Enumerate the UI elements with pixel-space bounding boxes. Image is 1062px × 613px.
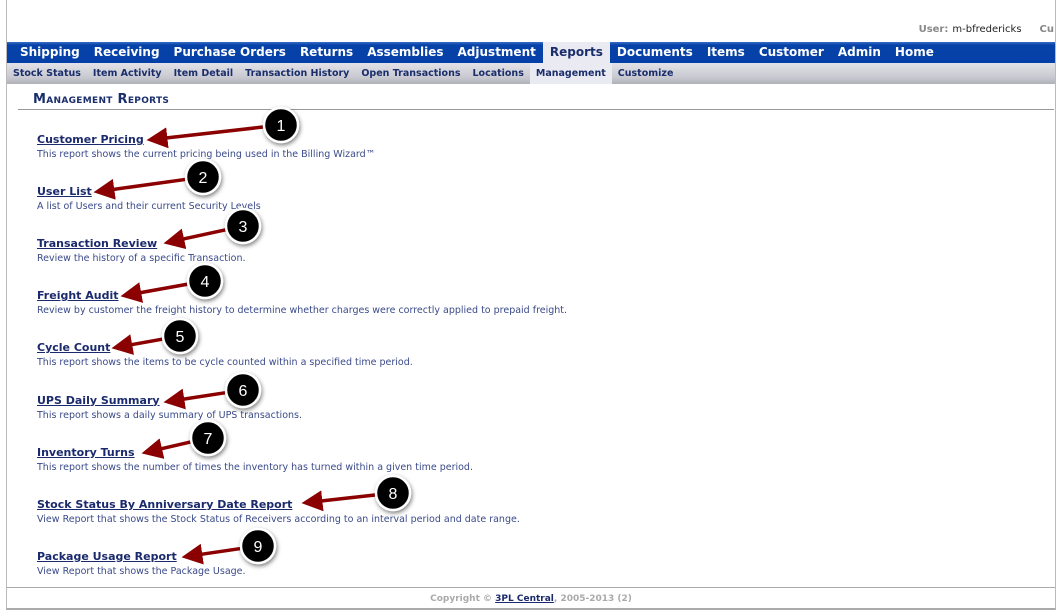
report-link-stock-status-by-anniversary-date-report[interactable]: Stock Status By Anniversary Date Report (37, 498, 520, 511)
copyright-years: , 2005-2013 (2) (553, 594, 632, 604)
nav-tab-assemblies[interactable]: Assemblies (360, 42, 450, 63)
subnav-tab-transaction-history[interactable]: Transaction History (239, 63, 355, 84)
nav-tab-reports[interactable]: Reports (542, 42, 610, 63)
report-item: Package Usage Report View Report that sho… (37, 550, 246, 577)
report-description: Review the history of a specific Transac… (37, 253, 246, 265)
report-item: Freight Audit Review by customer the frei… (37, 289, 567, 316)
3pl-central-link[interactable]: 3PL Central (495, 594, 554, 604)
report-description: This report shows the current pricing be… (37, 149, 376, 160)
nav-tab-admin[interactable]: Admin (831, 42, 888, 63)
page-title: Management Reports (33, 92, 170, 107)
subnav-tab-item-detail[interactable]: Item Detail (168, 63, 240, 84)
title-divider (18, 109, 1054, 110)
report-item: Inventory Turns This report shows the num… (37, 446, 473, 473)
report-item: Cycle Count This report shows the items t… (37, 341, 413, 368)
nav-tab-documents[interactable]: Documents (610, 42, 700, 63)
report-link-freight-audit[interactable]: Freight Audit (37, 289, 567, 302)
report-description: This report shows the number of times th… (37, 461, 473, 473)
report-description: This report shows a daily summary of UPS… (37, 409, 302, 421)
report-description: View Report that shows the Stock Status … (37, 513, 520, 525)
report-link-user-list[interactable]: User List (37, 185, 261, 198)
subnav-tab-stock-status[interactable]: Stock Status (7, 63, 87, 84)
footer-divider (7, 587, 1055, 588)
report-link-transaction-review[interactable]: Transaction Review (37, 237, 246, 250)
nav-tab-customer[interactable]: Customer (752, 42, 831, 63)
nav-tab-receiving[interactable]: Receiving (87, 42, 167, 63)
footer: Copyright © 3PL Central, 2005-2013 (2) (0, 594, 1062, 604)
subnav-tab-management[interactable]: Management (529, 63, 612, 84)
report-item: Customer Pricing This report shows the cu… (37, 133, 375, 160)
subnav-tab-customize[interactable]: Customize (612, 63, 680, 84)
nav-tab-purchase-orders[interactable]: Purchase Orders (167, 42, 293, 63)
report-description: View Report that shows the Package Usage… (37, 565, 246, 577)
sub-nav: Stock Status Item Activity Item Detail Tran… (7, 63, 1055, 84)
report-description: This report shows the items to be cycle … (37, 357, 413, 369)
subnav-tab-item-activity[interactable]: Item Activity (87, 63, 168, 84)
report-item: User List A list of Users and their curre… (37, 185, 261, 212)
report-description: A list of Users and their current Securi… (37, 201, 261, 213)
subnav-tab-open-transactions[interactable]: Open Transactions (355, 63, 466, 84)
report-link-ups-daily-summary[interactable]: UPS Daily Summary (37, 394, 302, 407)
report-item: Stock Status By Anniversary Date Report V… (37, 498, 520, 525)
report-item: Transaction Review Review the history of … (37, 237, 246, 264)
report-link-inventory-turns[interactable]: Inventory Turns (37, 446, 473, 459)
report-description: Review by customer the freight history t… (37, 305, 568, 317)
report-link-customer-pricing[interactable]: Customer Pricing (37, 133, 375, 146)
nav-tab-shipping[interactable]: Shipping (13, 42, 87, 63)
subnav-tab-locations[interactable]: Locations (466, 63, 529, 84)
user-info: User: m-bfredericks Cu (919, 24, 1054, 35)
nav-tab-adjustment[interactable]: Adjustment (451, 42, 543, 63)
report-link-package-usage-report[interactable]: Package Usage Report (37, 550, 246, 563)
nav-tab-home[interactable]: Home (888, 42, 941, 63)
user-label: User: (918, 24, 949, 35)
report-item: UPS Daily Summary This report shows a dai… (37, 394, 302, 421)
customer-label-truncated: Cu (1039, 24, 1054, 35)
nav-tab-returns[interactable]: Returns (293, 42, 360, 63)
copyright-text: Copyright © (430, 594, 496, 604)
nav-tab-items[interactable]: Items (700, 42, 752, 63)
report-link-cycle-count[interactable]: Cycle Count (37, 341, 413, 354)
main-nav: Shipping Receiving Purchase Orders Returns A… (7, 42, 1055, 63)
user-name: m-bfredericks (952, 24, 1022, 35)
